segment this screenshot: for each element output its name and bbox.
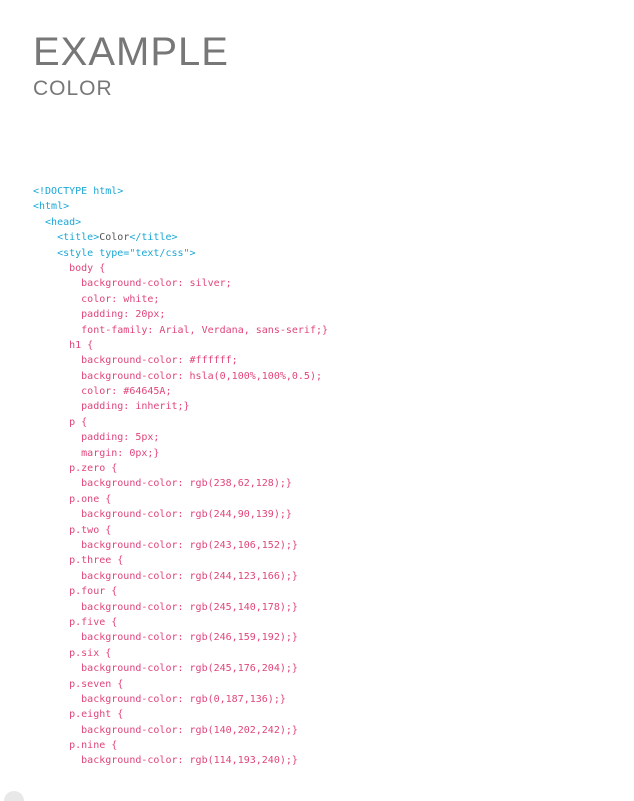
code-line: p.seven {: [33, 677, 328, 692]
code-token: background-color: rgb(238,62,128);}: [33, 478, 292, 490]
code-line: background-color: rgb(0,187,136);}: [33, 692, 328, 707]
code-token: p.seven {: [33, 678, 124, 690]
code-token: p.four {: [33, 586, 118, 598]
code-token: p.zero {: [33, 463, 118, 475]
code-line: <head>: [33, 215, 328, 230]
code-line: background-color: rgb(114,193,240);}: [33, 753, 328, 768]
code-token: p.five {: [33, 616, 118, 628]
code-line: p.six {: [33, 646, 328, 661]
code-line: background-color: silver;: [33, 276, 328, 291]
code-line: p {: [33, 415, 328, 430]
code-line: <html>: [33, 199, 328, 214]
code-token: <html>: [33, 201, 70, 213]
page-subtitle: COLOR: [33, 77, 113, 100]
code-line: <style type="text/css">: [33, 246, 328, 261]
code-token: p.six {: [33, 647, 112, 659]
page-corner-marker: [4, 791, 24, 801]
code-line: <!DOCTYPE html>: [33, 184, 328, 199]
code-line: background-color: hsla(0,100%,100%,0.5);: [33, 369, 328, 384]
code-token: background-color: rgb(246,159,192);}: [33, 632, 298, 644]
code-line: background-color: rgb(238,62,128);}: [33, 476, 328, 491]
code-line: color: white;: [33, 292, 328, 307]
code-listing: <!DOCTYPE html> <html> <head> <title>Colo…: [33, 184, 328, 769]
code-token: <style type="text/css">: [33, 247, 196, 259]
code-line: p.three {: [33, 553, 328, 568]
code-token: <!DOCTYPE html>: [33, 186, 124, 197]
code-line: p.five {: [33, 615, 328, 630]
code-token: background-color: rgb(243,106,152);}: [33, 539, 298, 551]
code-line: font-family: Arial, Verdana, sans-serif;…: [33, 323, 328, 338]
code-token: background-color: rgb(244,90,139);}: [33, 509, 292, 521]
code-token: color: #64645A;: [33, 386, 172, 398]
code-token: margin: 0px;}: [33, 447, 160, 459]
code-token: background-color: #ffffff;: [33, 355, 238, 367]
code-token: h1 {: [33, 339, 94, 351]
code-line: margin: 0px;}: [33, 446, 328, 461]
code-line: p.two {: [33, 523, 328, 538]
code-line: body {: [33, 261, 328, 276]
code-token: color: white;: [33, 293, 160, 305]
code-line: <title>Color</title>: [33, 230, 328, 245]
code-token: p.three {: [33, 555, 124, 567]
code-line: background-color: rgb(140,202,242);}: [33, 723, 328, 738]
code-token: background-color: rgb(0,187,136);}: [33, 693, 286, 705]
code-line: background-color: rgb(244,123,166);}: [33, 569, 328, 584]
code-line: color: #64645A;: [33, 384, 328, 399]
code-token: background-color: rgb(245,140,178);}: [33, 601, 298, 613]
code-line: p.nine {: [33, 738, 328, 753]
code-token: p.one {: [33, 493, 112, 505]
code-token: font-family: Arial, Verdana, sans-serif;…: [33, 324, 329, 336]
code-line: p.four {: [33, 584, 328, 599]
code-token: background-color: rgb(114,193,240);}: [33, 755, 298, 767]
code-token: background-color: silver;: [33, 278, 232, 290]
code-line: background-color: rgb(243,106,152);}: [33, 538, 328, 553]
code-line: background-color: rgb(245,176,204);}: [33, 661, 328, 676]
code-token: padding: 20px;: [33, 309, 166, 321]
code-token: p {: [33, 416, 88, 428]
code-token: p.nine {: [33, 740, 118, 752]
code-line: p.eight {: [33, 707, 328, 722]
code-token: </title>: [129, 232, 178, 244]
page-title: EXAMPLE: [33, 30, 229, 74]
code-token: body {: [33, 262, 106, 274]
code-token: padding: 5px;: [33, 432, 160, 444]
code-line: background-color: rgb(244,90,139);}: [33, 507, 328, 522]
code-token: <title>: [33, 232, 100, 244]
page-heading: EXAMPLE COLOR: [33, 30, 229, 102]
code-token: background-color: rgb(244,123,166);}: [33, 570, 298, 582]
code-token: Color: [99, 232, 130, 244]
code-line: padding: 20px;: [33, 307, 328, 322]
code-token: background-color: rgb(140,202,242);}: [33, 724, 298, 736]
code-token: background-color: rgb(245,176,204);}: [33, 663, 298, 675]
code-token: p.two {: [33, 524, 112, 536]
code-line: background-color: rgb(245,140,178);}: [33, 600, 328, 615]
code-line: padding: inherit;}: [33, 399, 328, 414]
code-line: padding: 5px;: [33, 430, 328, 445]
code-token: background-color: hsla(0,100%,100%,0.5);: [33, 370, 322, 382]
code-line: p.zero {: [33, 461, 328, 476]
code-line: p.one {: [33, 492, 328, 507]
code-line: background-color: #ffffff;: [33, 353, 328, 368]
code-token: p.eight {: [33, 709, 124, 721]
code-line: h1 {: [33, 338, 328, 353]
code-token: <head>: [33, 216, 82, 228]
code-line: background-color: rgb(246,159,192);}: [33, 630, 328, 645]
code-token: padding: inherit;}: [33, 401, 190, 413]
